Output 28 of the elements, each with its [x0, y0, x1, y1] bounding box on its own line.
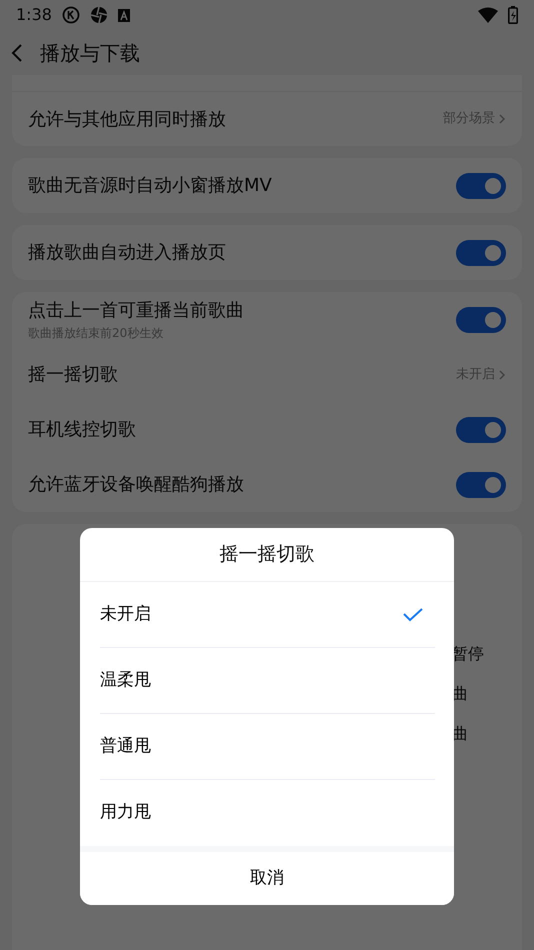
setting-label: 播放歌曲自动进入播放页	[28, 241, 227, 265]
option-item[interactable]: 未开启	[100, 582, 435, 648]
font-icon	[118, 8, 130, 22]
setting-label: 允许与其他应用同时播放	[28, 108, 227, 132]
toggle-switch[interactable]	[456, 472, 506, 498]
option-item[interactable]: 普通甩	[100, 714, 435, 780]
toggle-switch[interactable]	[456, 240, 506, 266]
setting-label: 暂停	[452, 643, 485, 665]
k-app-icon	[62, 6, 80, 24]
status-time: 1:38	[16, 4, 52, 26]
chevron-icon	[498, 368, 506, 380]
toggle-switch[interactable]	[456, 416, 506, 442]
wifi-icon	[478, 7, 498, 23]
setting-label: 歌曲无音源时自动小窗播放MV	[28, 174, 273, 198]
dialog-title: 摇一摇切歌	[80, 528, 454, 582]
aperture-icon	[90, 6, 108, 24]
setting-label: 摇一摇切歌	[28, 363, 119, 387]
option-item[interactable]: 温柔甩	[100, 648, 435, 714]
back-icon[interactable]	[10, 42, 24, 62]
chevron-icon	[498, 113, 506, 125]
setting-label: 耳机线控切歌	[28, 418, 137, 442]
setting-label: 允许蓝牙设备唤醒酷狗播放	[28, 473, 245, 497]
page-title: 播放与下载	[40, 40, 140, 66]
setting-label: 点击上一首可重播当前歌曲	[28, 299, 245, 323]
toggle-switch[interactable]	[456, 172, 506, 198]
option-item[interactable]: 用力甩	[100, 780, 435, 846]
battery-icon	[508, 6, 518, 24]
toggle-switch[interactable]	[456, 306, 506, 332]
